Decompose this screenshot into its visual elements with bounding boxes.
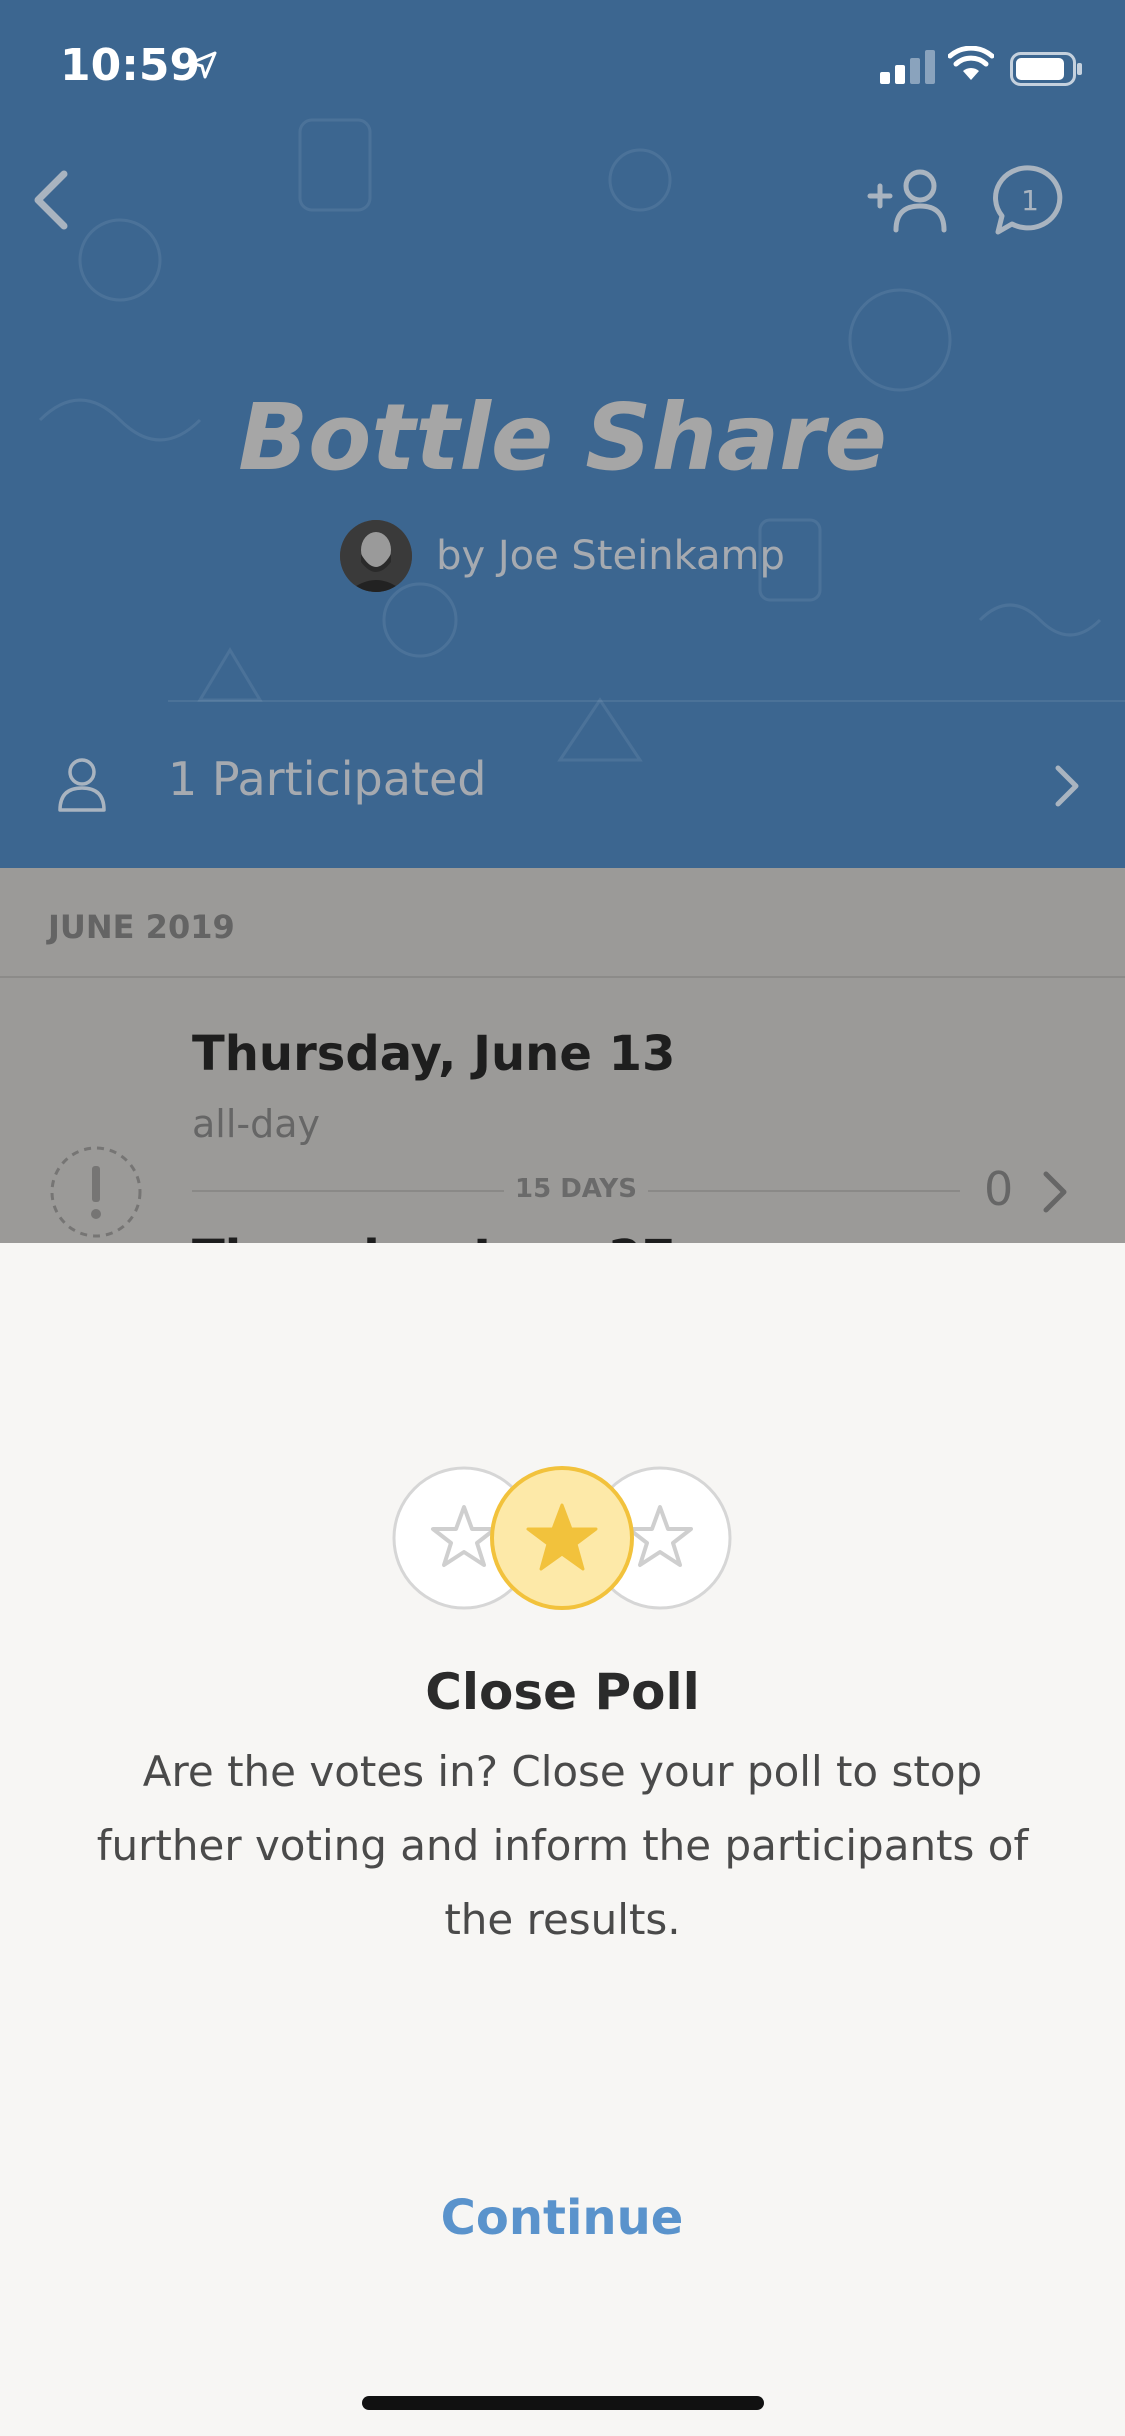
- next-date-title: Thursday, June 27: [192, 1230, 675, 1243]
- month-label: JUNE 2019: [48, 908, 235, 946]
- warning-icon: [50, 1146, 142, 1238]
- timeline-line: [648, 1190, 960, 1192]
- sheet-title: Close Poll: [425, 1663, 700, 1721]
- star-filled-icon: [490, 1466, 634, 1610]
- poll-title: Bottle Share: [238, 384, 887, 491]
- timeline-line: [192, 1190, 504, 1192]
- owner-name: by Joe Steinkamp: [436, 533, 785, 579]
- chevron-right-icon[interactable]: [1040, 1170, 1070, 1214]
- person-icon: [58, 758, 106, 812]
- chevron-left-icon[interactable]: [20, 160, 80, 240]
- poll-owner: by Joe Steinkamp: [0, 518, 1125, 594]
- sheet-description: Are the votes in? Close your poll to sto…: [96, 1747, 1029, 1944]
- location-arrow-icon: [189, 51, 217, 79]
- cellular-signal-icon: [880, 50, 935, 84]
- stars-illustration: [392, 1466, 732, 1610]
- continue-button[interactable]: Continue: [362, 2173, 762, 2263]
- comments-button[interactable]: 1: [990, 164, 1070, 238]
- home-indicator[interactable]: [362, 2396, 764, 2410]
- close-poll-sheet: Close Poll Are the votes in? Close your …: [0, 1243, 1125, 2436]
- vote-count: 0: [984, 1162, 1014, 1216]
- battery-icon: [1010, 52, 1082, 86]
- avatar: [340, 520, 413, 592]
- add-person-icon[interactable]: [866, 164, 952, 236]
- days-remaining: 15 DAYS: [514, 1174, 637, 1204]
- comments-count: 1: [1021, 184, 1039, 217]
- speech-bubble-icon: 1: [993, 165, 1063, 235]
- month-section-header: JUNE 2019: [0, 868, 1125, 978]
- status-bar: 10:59: [0, 0, 1125, 132]
- dates-list: JUNE 2019 Thursday, June 13 all-day 15 D…: [0, 868, 1125, 1243]
- status-time: 10:59: [60, 40, 201, 91]
- wifi-icon: [948, 46, 994, 80]
- participants-count: 1 Participated: [168, 752, 487, 806]
- chevron-right-icon: [1055, 765, 1079, 807]
- poll-header: 10:59 1 Bottle Share by Joe Steinkamp 1 …: [0, 0, 1125, 868]
- date-title: Thursday, June 13: [192, 1026, 676, 1082]
- date-time: all-day: [192, 1102, 321, 1146]
